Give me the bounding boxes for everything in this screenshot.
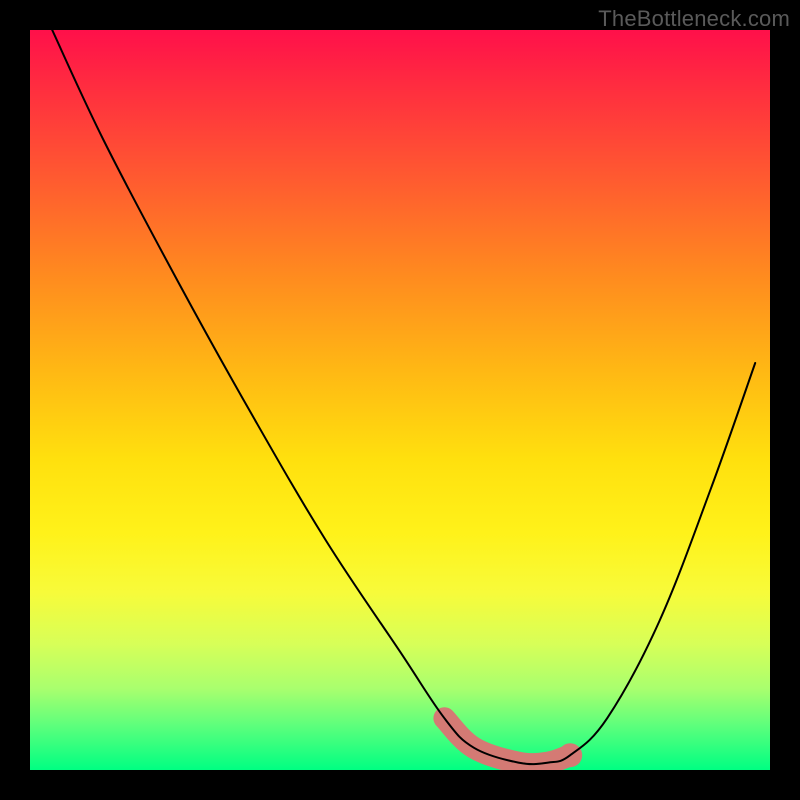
- chart-curve: [52, 30, 755, 764]
- chart-svg: [30, 30, 770, 770]
- chart-frame: TheBottleneck.com: [0, 0, 800, 800]
- chart-plot-area: [30, 30, 770, 770]
- watermark-text: TheBottleneck.com: [598, 6, 790, 32]
